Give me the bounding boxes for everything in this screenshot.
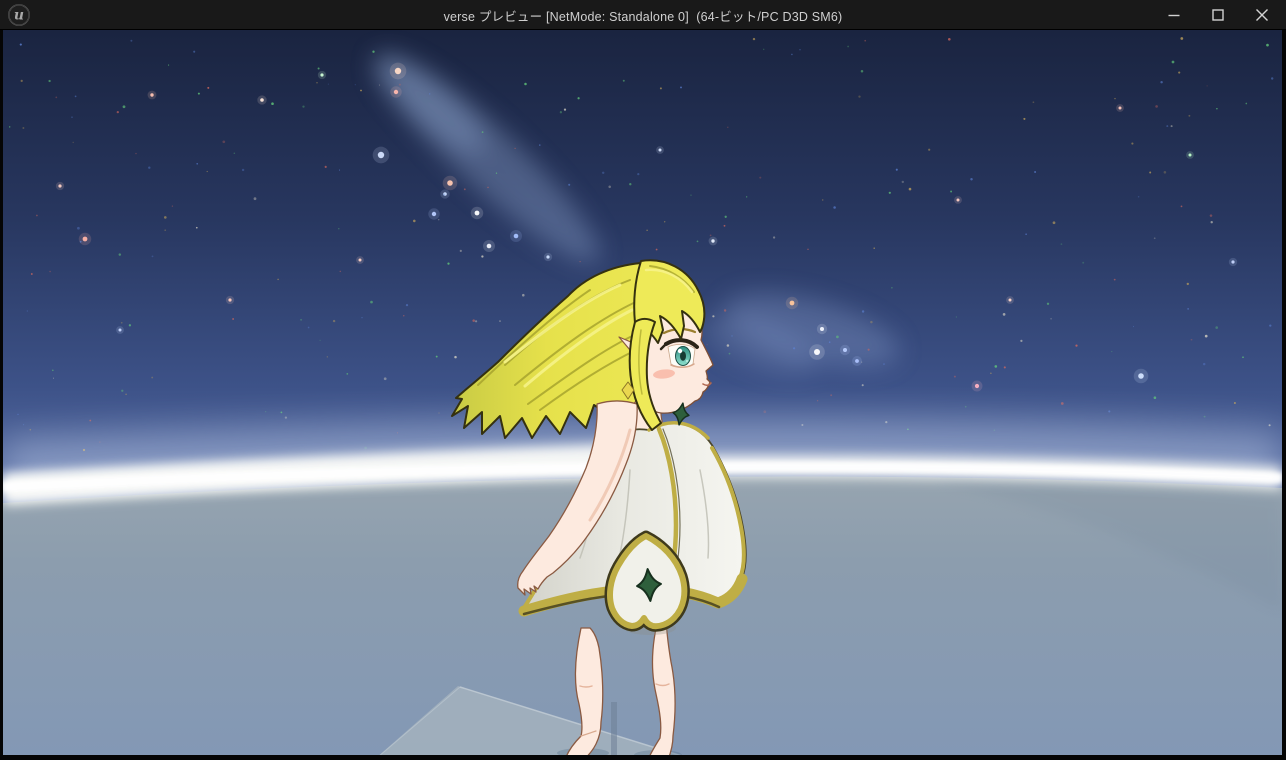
window-controls [1152,0,1284,30]
close-icon [1255,8,1269,22]
scene [3,30,1282,755]
title-bar[interactable]: u verse プレビュー [NetMode: Standalone 0] (6… [0,0,1286,30]
unreal-engine-logo-icon[interactable]: u [7,3,31,27]
maximize-icon [1211,8,1225,22]
minimize-button[interactable] [1152,0,1196,30]
window-title: verse プレビュー [NetMode: Standalone 0] (64-… [0,0,1286,30]
minimize-icon [1167,8,1181,22]
game-viewport[interactable] [3,30,1282,755]
preview-window: u verse プレビュー [NetMode: Standalone 0] (6… [0,0,1286,760]
close-button[interactable] [1240,0,1284,30]
svg-text:u: u [14,7,24,23]
maximize-button[interactable] [1196,0,1240,30]
